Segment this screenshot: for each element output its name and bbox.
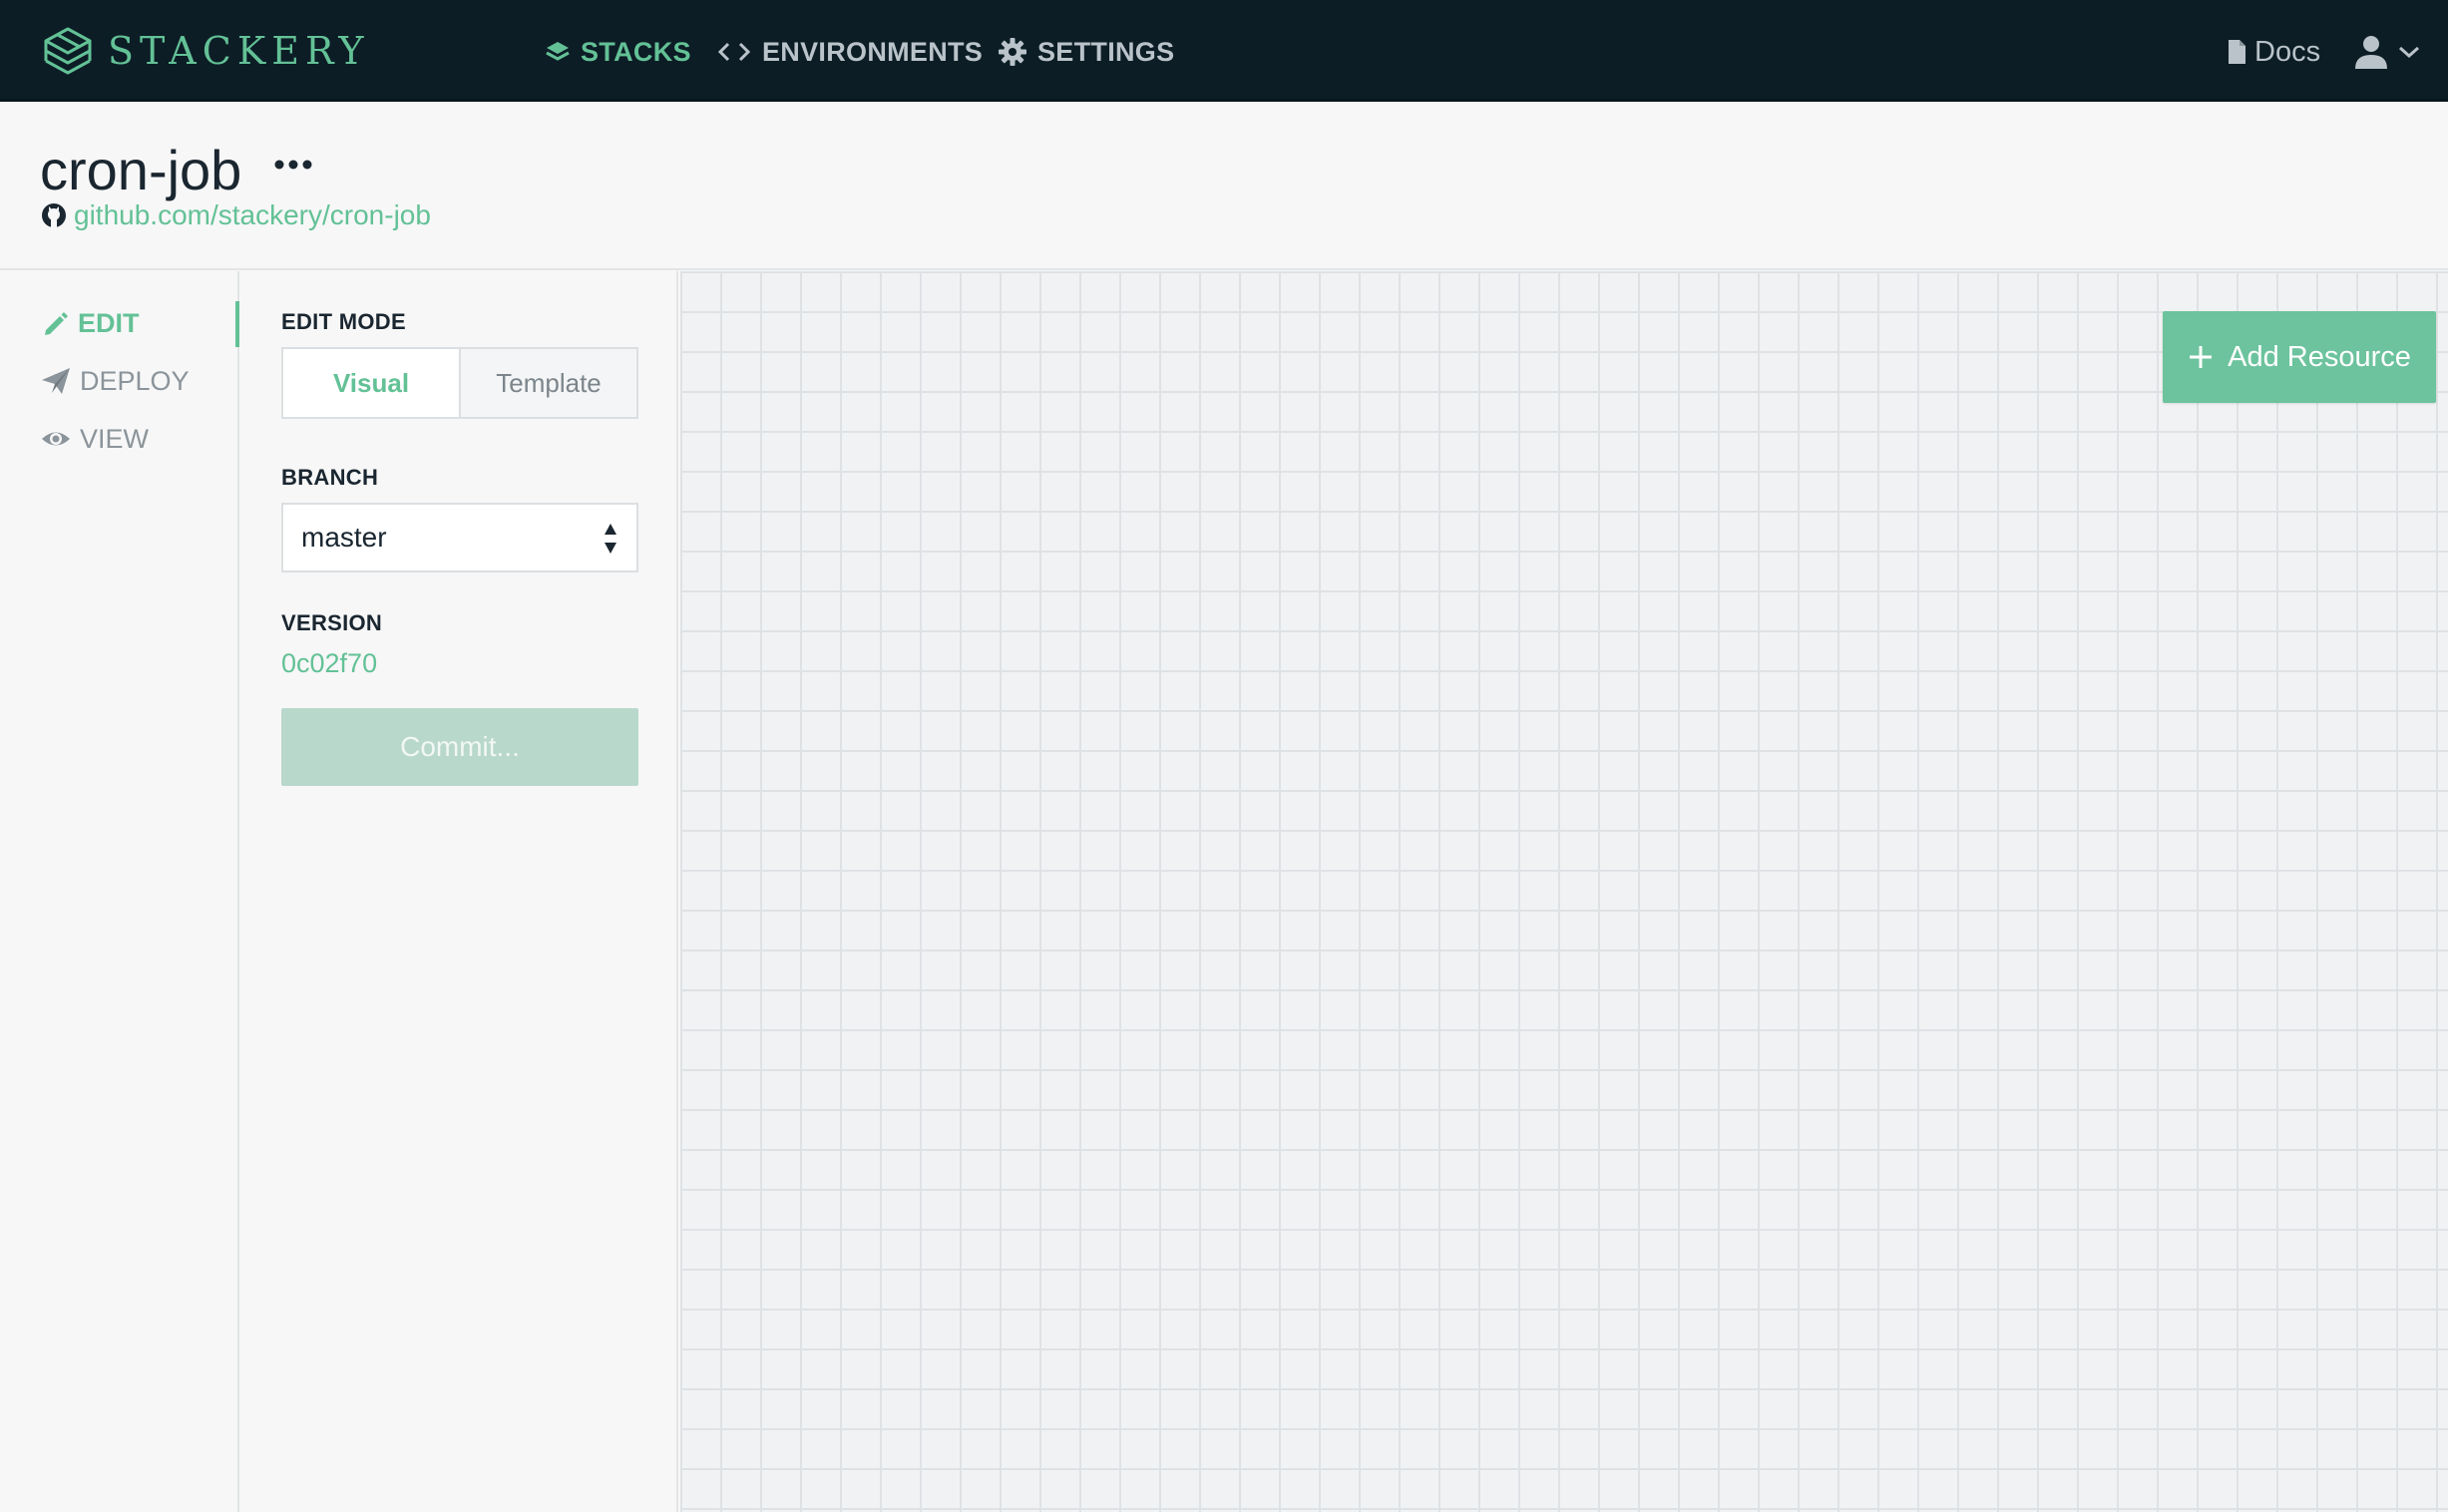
layers-icon xyxy=(546,42,570,61)
branch-select[interactable]: master xyxy=(281,503,638,572)
edit-mode-toggle: Visual Template xyxy=(281,347,638,419)
add-resource-label: Add Resource xyxy=(2228,340,2411,373)
edit-panel: EDIT MODE Visual Template BRANCH master … xyxy=(241,271,678,1512)
branch-label: BRANCH xyxy=(281,465,379,490)
stack-header: cron-job github.com/stackery/cron-job xyxy=(0,102,2448,270)
editor-canvas[interactable] xyxy=(680,271,2448,1512)
branch-value: master xyxy=(301,522,387,553)
sidenav-view-label: VIEW xyxy=(80,423,150,454)
document-icon xyxy=(2229,40,2245,64)
version-label: VERSION xyxy=(281,610,383,635)
sidenav-deploy[interactable]: DEPLOY xyxy=(40,359,190,403)
github-icon xyxy=(42,203,66,227)
plus-icon xyxy=(2190,346,2213,368)
sidenav-edit[interactable]: EDIT xyxy=(40,301,140,345)
pencil-icon xyxy=(45,312,68,335)
docs-link[interactable]: Docs xyxy=(2227,30,2320,74)
stackery-logo[interactable]: STACKERY xyxy=(40,22,369,80)
nav-environments-label: ENVIRONMENTS xyxy=(762,36,984,67)
more-options-button[interactable] xyxy=(271,150,315,180)
top-nav-bar: STACKERY STACKS ENVIRONMENTS SETTINGS Do… xyxy=(0,0,2448,102)
visual-mode-button[interactable]: Visual xyxy=(283,349,461,417)
add-resource-button[interactable]: Add Resource xyxy=(2163,311,2436,403)
gear-icon xyxy=(999,38,1026,66)
nav-settings[interactable]: SETTINGS xyxy=(998,30,1174,74)
nav-environments[interactable]: ENVIRONMENTS xyxy=(716,30,983,74)
brand-name: STACKERY xyxy=(108,29,370,73)
ellipsis-icon xyxy=(274,160,312,170)
commit-button[interactable]: Commit... xyxy=(281,708,638,786)
side-nav: EDIT DEPLOY VIEW xyxy=(0,271,239,1512)
nav-stacks-label: STACKS xyxy=(581,36,691,67)
template-mode-button[interactable]: Template xyxy=(461,349,636,417)
repo-link[interactable]: github.com/stackery/cron-job xyxy=(40,199,431,231)
version-link[interactable]: 0c02f70 xyxy=(281,648,377,679)
active-indicator xyxy=(235,301,239,347)
page-title: cron-job xyxy=(40,139,242,201)
paper-plane-icon xyxy=(42,368,70,394)
chevron-down-icon xyxy=(2399,46,2419,59)
docs-label: Docs xyxy=(2254,35,2321,68)
nav-stacks[interactable]: STACKS xyxy=(545,30,691,74)
nav-settings-label: SETTINGS xyxy=(1037,36,1175,67)
user-icon xyxy=(2355,36,2387,69)
select-arrows-icon xyxy=(605,524,616,554)
eye-icon xyxy=(42,432,70,446)
user-menu[interactable] xyxy=(2352,28,2422,76)
sidenav-edit-label: EDIT xyxy=(78,307,140,338)
edit-mode-label: EDIT MODE xyxy=(281,309,406,334)
code-brackets-icon xyxy=(717,42,751,62)
repo-url: github.com/stackery/cron-job xyxy=(74,199,431,230)
sidenav-view[interactable]: VIEW xyxy=(40,417,149,461)
stackery-logo-icon xyxy=(44,27,92,75)
sidenav-deploy-label: DEPLOY xyxy=(80,365,190,396)
